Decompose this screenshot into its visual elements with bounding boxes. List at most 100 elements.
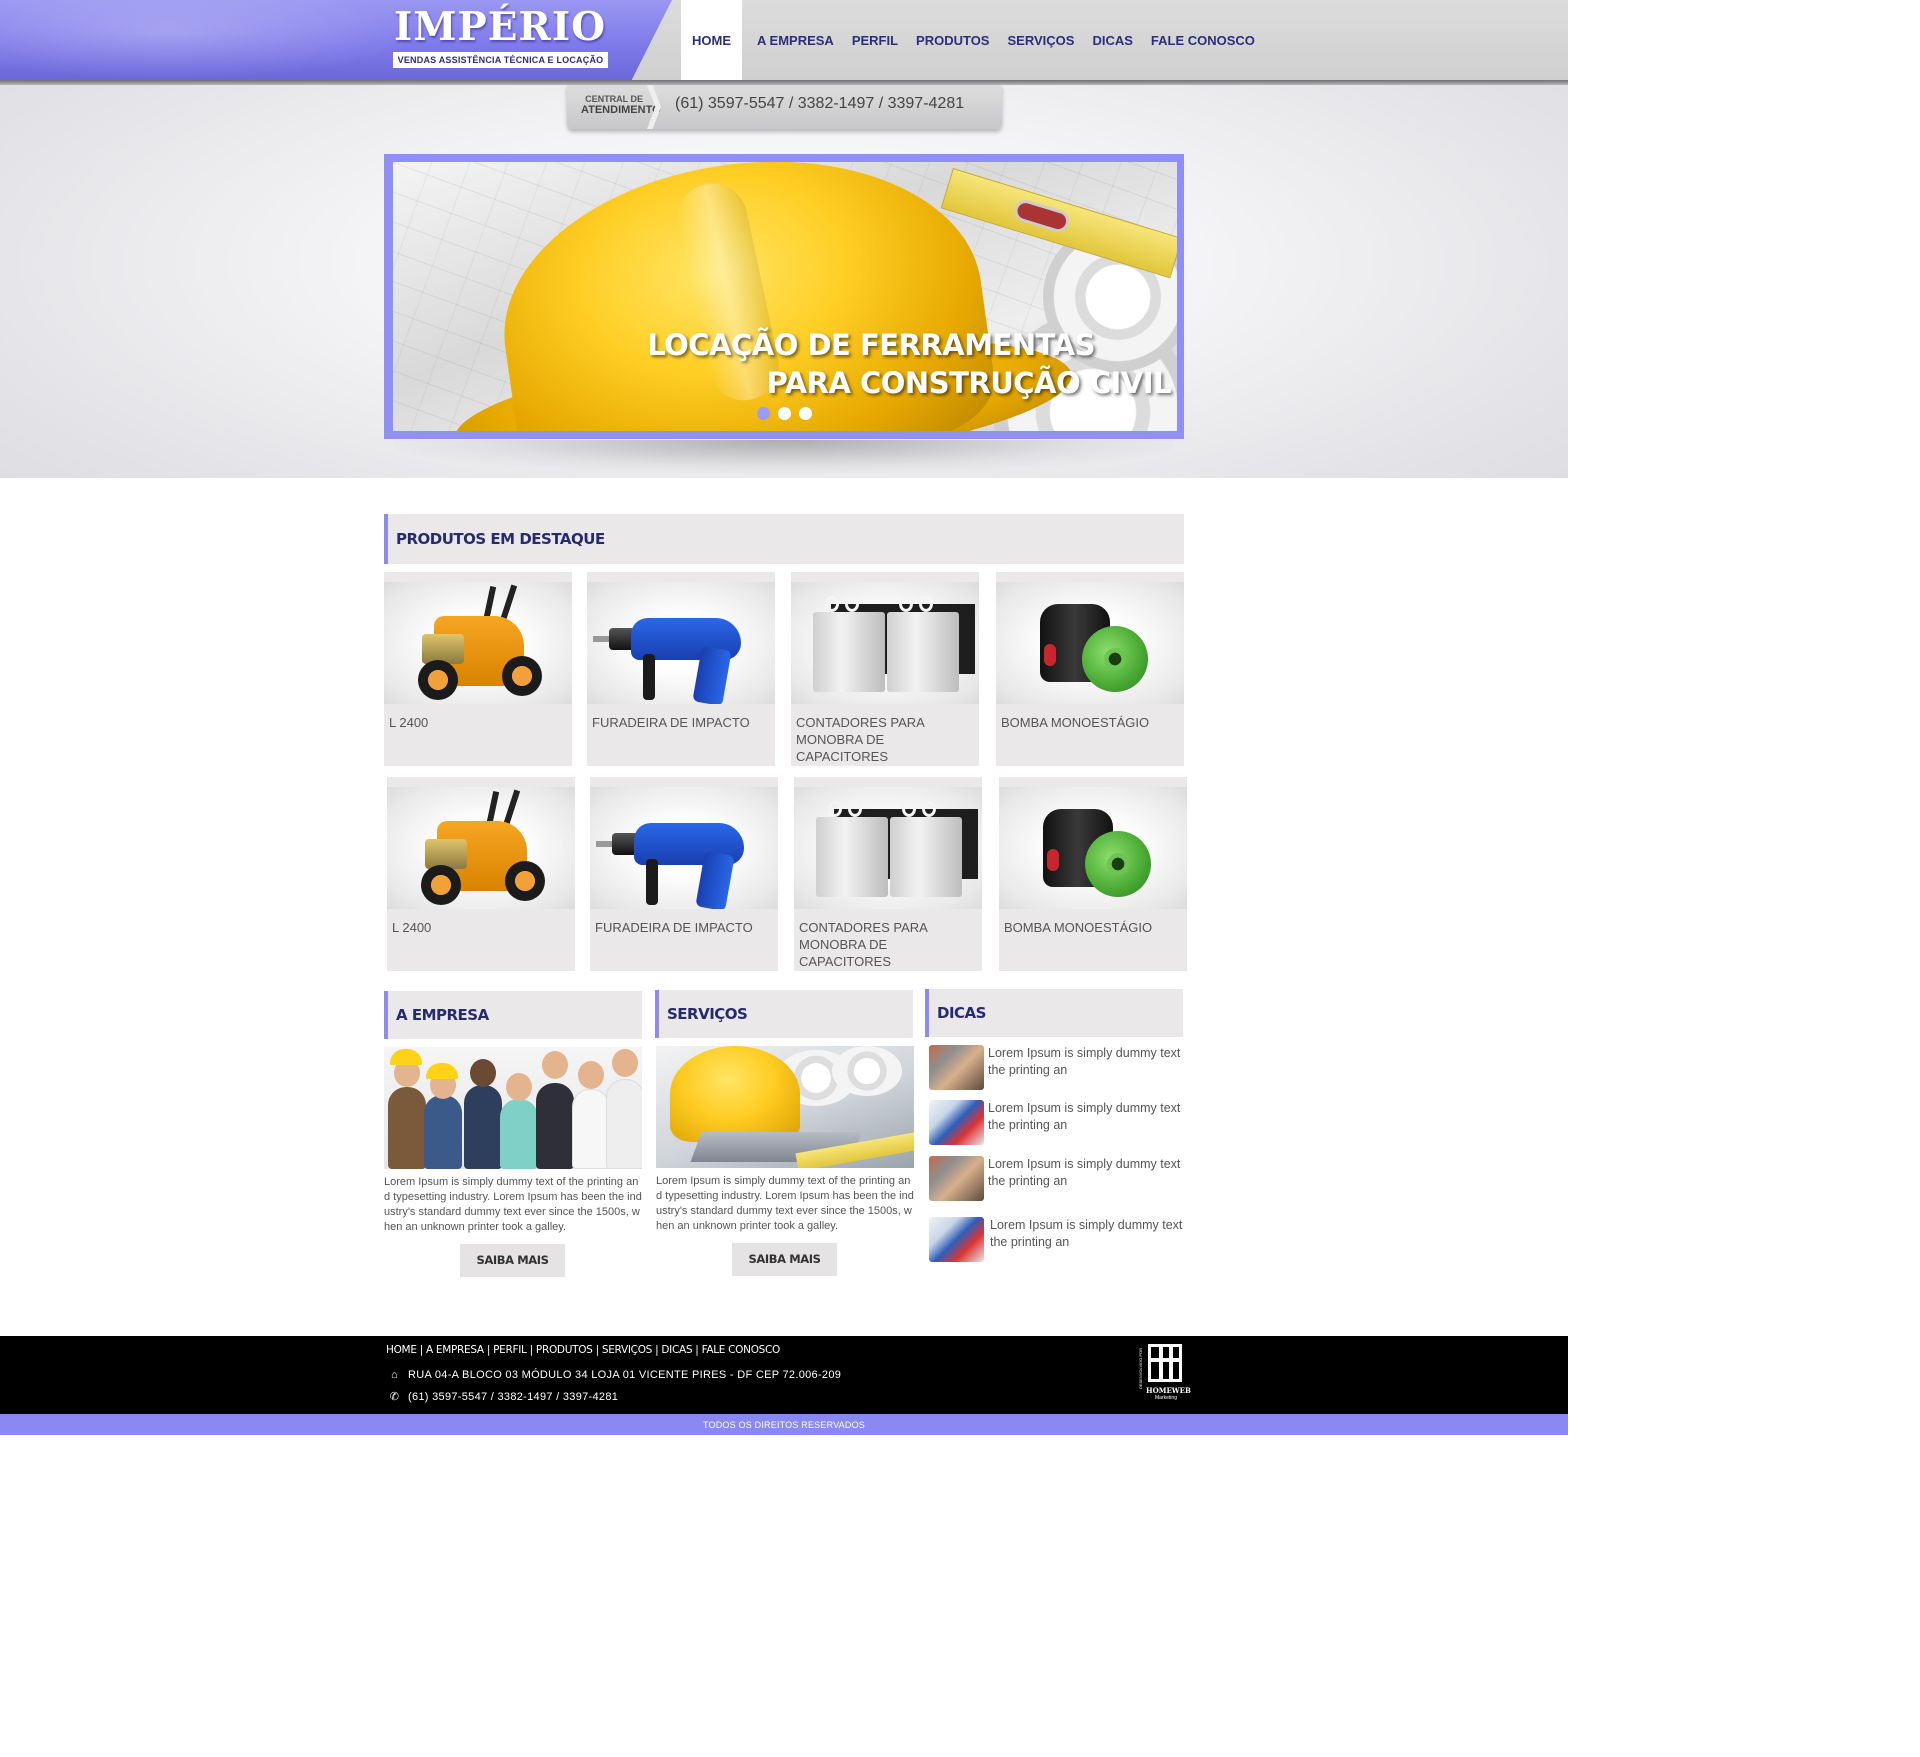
footer-phone: ✆ (61) 3597-5547 / 3382-1497 / 3397-4281 <box>388 1390 618 1403</box>
person <box>424 1095 462 1169</box>
developer-logo[interactable]: DESENVOLVIDO POR HOMEWEB Marketing <box>1138 1344 1191 1406</box>
contactor <box>816 817 888 897</box>
product-card[interactable]: L 2400 <box>387 777 575 971</box>
washer-motor <box>425 839 467 869</box>
washer-motor <box>422 634 464 664</box>
dica-text: Lorem Ipsum is simply dummy text the pri… <box>988 1101 1181 1132</box>
footer-link-produtos[interactable]: PRODUTOS <box>536 1344 593 1356</box>
impact-drill-image <box>590 787 778 909</box>
dica-text: Lorem Ipsum is simply dummy text the pri… <box>990 1218 1183 1249</box>
slider-dot-3[interactable] <box>799 407 812 420</box>
contact-bar: CENTRAL DE ATENDIMENTO (61) 3597-5547 / … <box>567 85 1002 129</box>
product-card[interactable]: BOMBA MONOESTÁGIO <box>999 777 1187 971</box>
pressure-washer-image <box>384 582 572 704</box>
nav-item-fale-conosco[interactable]: FALE CONOSCO <box>1142 0 1264 80</box>
hero-slider[interactable]: LOCAÇÃO DE FERRAMENTAS PARA CONSTRUÇÃO C… <box>393 162 1177 431</box>
home-icon: ⌂ <box>391 1369 398 1381</box>
slider-dot-1[interactable] <box>757 407 770 420</box>
pressure-washer-image <box>387 787 575 909</box>
servicos-text: Lorem Ipsum is simply dummy text of the … <box>656 1175 914 1232</box>
product-name: FURADEIRA DE IMPACTO <box>595 920 753 935</box>
person-head <box>470 1059 496 1087</box>
dica-item[interactable]: Lorem Ipsum is simply dummy text the pri… <box>929 1156 1185 1204</box>
copyright-bar: TODOS OS DIREITOS RESERVADOS <box>0 1414 1568 1435</box>
person-head <box>542 1051 568 1079</box>
slider-shadow <box>394 440 1174 474</box>
logo-tagline: VENDAS ASSISTÊNCIA TÉCNICA E LOCAÇÃO <box>393 52 608 68</box>
contactor-coil <box>902 801 916 817</box>
contactors-image <box>791 582 979 704</box>
footer-address: ⌂ RUA 04-A BLOCO 03 MÓDULO 34 LOJA 01 VIC… <box>388 1369 841 1381</box>
person-head <box>612 1049 638 1077</box>
product-card[interactable]: CONTADORES PARA MONOBRA DE CAPACITORES <box>791 572 979 766</box>
contactor-coil <box>848 801 862 817</box>
product-card[interactable]: FURADEIRA DE IMPACTO <box>590 777 778 971</box>
contactor-coil <box>828 801 842 817</box>
contactor-coil <box>845 596 859 612</box>
hard-hat <box>426 1063 458 1079</box>
slider-dots <box>757 407 812 420</box>
nav-item-dicas[interactable]: DICAS <box>1083 0 1141 80</box>
dica-text: Lorem Ipsum is simply dummy text the pri… <box>988 1046 1181 1077</box>
product-name: CONTADORES PARA MONOBRA DE CAPACITORES <box>799 920 928 969</box>
footer-address-text: RUA 04-A BLOCO 03 MÓDULO 34 LOJA 01 VICE… <box>408 1369 842 1381</box>
pump-inlet <box>1104 648 1126 670</box>
contact-label: CENTRAL DE ATENDIMENTO <box>581 94 661 116</box>
footer-link-perfil[interactable]: PERFIL <box>493 1344 527 1356</box>
empresa-saiba-mais-button[interactable]: SAIBA MAIS <box>460 1244 565 1277</box>
homeweb-logo-icon <box>1148 1344 1182 1382</box>
developer-sub: Marketing <box>1155 1395 1177 1401</box>
dica-item[interactable]: Lorem Ipsum is simply dummy text the pri… <box>929 1045 1185 1093</box>
contactor-coil <box>825 596 839 612</box>
product-name: CONTADORES PARA MONOBRA DE CAPACITORES <box>796 715 925 764</box>
person <box>500 1099 538 1169</box>
product-name: FURADEIRA DE IMPACTO <box>592 715 750 730</box>
product-card[interactable]: L 2400 <box>384 572 572 766</box>
dica-thumbnail <box>929 1217 984 1262</box>
person <box>536 1083 574 1169</box>
dica-text: Lorem Ipsum is simply dummy text the pri… <box>988 1157 1181 1188</box>
person <box>572 1089 610 1169</box>
nav-item-produtos[interactable]: PRODUTOS <box>907 0 998 80</box>
product-card[interactable]: FURADEIRA DE IMPACTO <box>587 572 775 766</box>
logo-title[interactable]: IMPÉRIO <box>388 4 612 50</box>
footer-link-home[interactable]: HOME <box>386 1344 417 1356</box>
homeweb-logo-bar <box>1148 1358 1182 1362</box>
hard-hat-image <box>670 1046 800 1142</box>
footer-link-a-empresa[interactable]: A EMPRESA <box>426 1344 484 1356</box>
dica-item[interactable]: Lorem Ipsum is simply dummy text the pri… <box>929 1217 1185 1265</box>
contactor-coil <box>919 596 933 612</box>
dica-thumbnail <box>929 1100 984 1145</box>
product-card[interactable]: CONTADORES PARA MONOBRA DE CAPACITORES <box>794 777 982 971</box>
person-head <box>506 1073 532 1101</box>
hard-hat <box>390 1049 422 1065</box>
slider-dot-2[interactable] <box>778 407 791 420</box>
person <box>464 1085 502 1169</box>
nav-item-servicos[interactable]: SERVIÇOS <box>998 0 1083 80</box>
nav-item-perfil[interactable]: PERFIL <box>843 0 907 80</box>
washer-wheel <box>505 861 545 901</box>
level-vial <box>1011 197 1072 235</box>
footer-link-dicas[interactable]: DICAS <box>661 1344 692 1356</box>
team-photo <box>384 1047 642 1169</box>
nav-item-home[interactable]: HOME <box>681 0 742 80</box>
phone-icon: ✆ <box>389 1391 400 1403</box>
product-name: BOMBA MONOESTÁGIO <box>1004 920 1153 935</box>
contactor-coil <box>899 596 913 612</box>
servicos-saiba-mais-button[interactable]: SAIBA MAIS <box>732 1243 837 1276</box>
pump-badge <box>1047 849 1059 871</box>
contactor <box>813 612 885 692</box>
dica-thumbnail <box>929 1045 984 1090</box>
blueprint-roll <box>832 1046 902 1096</box>
footer-link-fale-conosco[interactable]: FALE CONOSCO <box>702 1344 781 1356</box>
pump-badge <box>1044 644 1056 666</box>
servicos-header: SERVIÇOS <box>655 990 913 1038</box>
contact-label-bottom: ATENDIMENTO <box>581 104 661 116</box>
slide-headline-line2: PARA CONSTRUÇÃO CIVIL <box>766 366 1172 400</box>
footer-link-servicos[interactable]: SERVIÇOS <box>602 1344 652 1356</box>
dica-item[interactable]: Lorem Ipsum is simply dummy text the pri… <box>929 1100 1185 1148</box>
developer-name: HOMEWEB <box>1146 1386 1191 1395</box>
dicas-title: DICAS <box>937 1004 986 1022</box>
product-card[interactable]: BOMBA MONOESTÁGIO <box>996 572 1184 766</box>
nav-item-a-empresa[interactable]: A EMPRESA <box>748 0 843 80</box>
